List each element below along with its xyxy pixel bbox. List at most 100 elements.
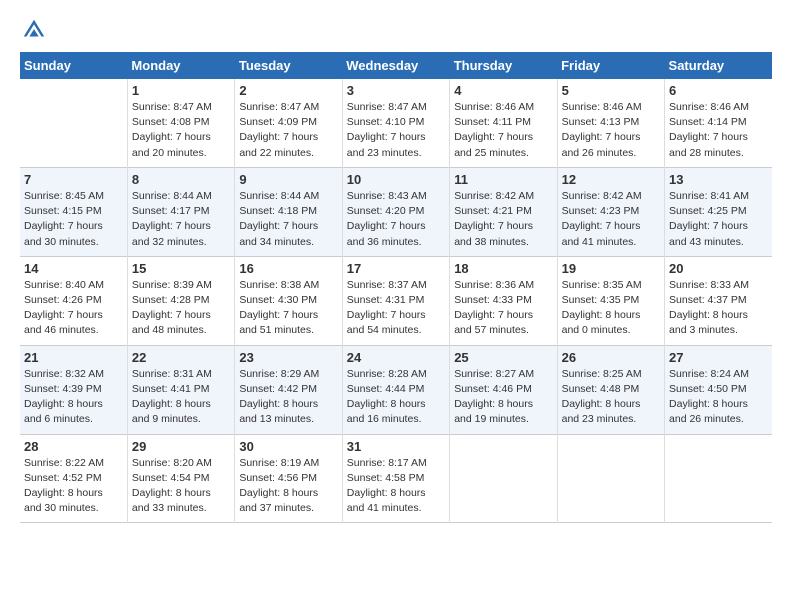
calendar-cell: 26 Sunrise: 8:25 AM Sunset: 4:48 PM Dayli…	[557, 345, 664, 434]
calendar-cell: 18 Sunrise: 8:36 AM Sunset: 4:33 PM Dayli…	[450, 256, 557, 345]
calendar-header-row: SundayMondayTuesdayWednesdayThursdayFrid…	[20, 52, 772, 79]
day-number: 6	[669, 83, 768, 98]
calendar-cell: 8 Sunrise: 8:44 AM Sunset: 4:17 PM Daylig…	[127, 167, 234, 256]
day-number: 23	[239, 350, 337, 365]
calendar-cell: 7 Sunrise: 8:45 AM Sunset: 4:15 PM Daylig…	[20, 167, 127, 256]
day-number: 22	[132, 350, 230, 365]
col-header-sunday: Sunday	[20, 52, 127, 79]
day-number: 30	[239, 439, 337, 454]
col-header-tuesday: Tuesday	[235, 52, 342, 79]
day-info: Sunrise: 8:25 AM Sunset: 4:48 PM Dayligh…	[562, 367, 660, 428]
day-number: 4	[454, 83, 552, 98]
calendar-cell: 22Sunrise: 8:31 AM Sunset: 4:41 PM Dayli…	[127, 345, 234, 434]
calendar-cell: 1Sunrise: 8:47 AM Sunset: 4:08 PM Daylig…	[127, 79, 234, 167]
day-info: Sunrise: 8:27 AM Sunset: 4:46 PM Dayligh…	[454, 367, 552, 428]
day-number: 7	[24, 172, 123, 187]
calendar-cell	[557, 434, 664, 523]
day-number: 15	[132, 261, 230, 276]
calendar-week-row: 1Sunrise: 8:47 AM Sunset: 4:08 PM Daylig…	[20, 79, 772, 167]
calendar-table: SundayMondayTuesdayWednesdayThursdayFrid…	[20, 52, 772, 523]
day-info: Sunrise: 8:45 AM Sunset: 4:15 PM Dayligh…	[24, 189, 123, 250]
day-info: Sunrise: 8:24 AM Sunset: 4:50 PM Dayligh…	[669, 367, 768, 428]
day-info: Sunrise: 8:40 AM Sunset: 4:26 PM Dayligh…	[24, 278, 123, 339]
calendar-cell: 24Sunrise: 8:28 AM Sunset: 4:44 PM Dayli…	[342, 345, 449, 434]
day-number: 5	[562, 83, 660, 98]
calendar-cell: 12Sunrise: 8:42 AM Sunset: 4:23 PM Dayli…	[557, 167, 664, 256]
day-info: Sunrise: 8:41 AM Sunset: 4:25 PM Dayligh…	[669, 189, 768, 250]
day-number: 20	[669, 261, 768, 276]
day-info: Sunrise: 8:42 AM Sunset: 4:23 PM Dayligh…	[562, 189, 660, 250]
calendar-cell: 25 Sunrise: 8:27 AM Sunset: 4:46 PM Dayli…	[450, 345, 557, 434]
col-header-monday: Monday	[127, 52, 234, 79]
day-info: Sunrise: 8:46 AM Sunset: 4:14 PM Dayligh…	[669, 100, 768, 161]
day-info: Sunrise: 8:44 AM Sunset: 4:17 PM Dayligh…	[132, 189, 230, 250]
calendar-cell: 2 Sunrise: 8:47 AM Sunset: 4:09 PM Daylig…	[235, 79, 342, 167]
calendar-cell: 17Sunrise: 8:37 AM Sunset: 4:31 PM Dayli…	[342, 256, 449, 345]
day-info: Sunrise: 8:29 AM Sunset: 4:42 PM Dayligh…	[239, 367, 337, 428]
day-info: Sunrise: 8:43 AM Sunset: 4:20 PM Dayligh…	[347, 189, 445, 250]
day-number: 29	[132, 439, 230, 454]
calendar-cell	[450, 434, 557, 523]
day-number: 25	[454, 350, 552, 365]
day-number: 28	[24, 439, 123, 454]
day-info: Sunrise: 8:47 AM Sunset: 4:10 PM Dayligh…	[347, 100, 445, 161]
calendar-cell: 27 Sunrise: 8:24 AM Sunset: 4:50 PM Dayli…	[665, 345, 772, 434]
calendar-cell: 29 Sunrise: 8:20 AM Sunset: 4:54 PM Dayli…	[127, 434, 234, 523]
day-info: Sunrise: 8:32 AM Sunset: 4:39 PM Dayligh…	[24, 367, 123, 428]
logo-icon	[20, 16, 48, 44]
col-header-thursday: Thursday	[450, 52, 557, 79]
calendar-cell: 30 Sunrise: 8:19 AM Sunset: 4:56 PM Dayli…	[235, 434, 342, 523]
calendar-cell: 5 Sunrise: 8:46 AM Sunset: 4:13 PM Daylig…	[557, 79, 664, 167]
day-info: Sunrise: 8:19 AM Sunset: 4:56 PM Dayligh…	[239, 456, 337, 517]
day-info: Sunrise: 8:46 AM Sunset: 4:11 PM Dayligh…	[454, 100, 552, 161]
day-info: Sunrise: 8:47 AM Sunset: 4:08 PM Dayligh…	[132, 100, 230, 161]
day-number: 27	[669, 350, 768, 365]
calendar-cell: 19 Sunrise: 8:35 AM Sunset: 4:35 PM Dayli…	[557, 256, 664, 345]
calendar-week-row: 7 Sunrise: 8:45 AM Sunset: 4:15 PM Daylig…	[20, 167, 772, 256]
day-info: Sunrise: 8:33 AM Sunset: 4:37 PM Dayligh…	[669, 278, 768, 339]
calendar-cell: 23 Sunrise: 8:29 AM Sunset: 4:42 PM Dayli…	[235, 345, 342, 434]
calendar-cell	[665, 434, 772, 523]
calendar-cell: 21Sunrise: 8:32 AM Sunset: 4:39 PM Dayli…	[20, 345, 127, 434]
day-info: Sunrise: 8:17 AM Sunset: 4:58 PM Dayligh…	[347, 456, 445, 517]
day-number: 18	[454, 261, 552, 276]
day-number: 10	[347, 172, 445, 187]
day-number: 8	[132, 172, 230, 187]
day-number: 11	[454, 172, 552, 187]
calendar-cell	[20, 79, 127, 167]
day-info: Sunrise: 8:36 AM Sunset: 4:33 PM Dayligh…	[454, 278, 552, 339]
col-header-saturday: Saturday	[665, 52, 772, 79]
calendar-body: 1Sunrise: 8:47 AM Sunset: 4:08 PM Daylig…	[20, 79, 772, 523]
calendar-cell: 3Sunrise: 8:47 AM Sunset: 4:10 PM Daylig…	[342, 79, 449, 167]
calendar-cell: 15 Sunrise: 8:39 AM Sunset: 4:28 PM Dayli…	[127, 256, 234, 345]
day-info: Sunrise: 8:20 AM Sunset: 4:54 PM Dayligh…	[132, 456, 230, 517]
logo	[20, 16, 52, 44]
calendar-cell: 9Sunrise: 8:44 AM Sunset: 4:18 PM Daylig…	[235, 167, 342, 256]
calendar-cell: 11 Sunrise: 8:42 AM Sunset: 4:21 PM Dayli…	[450, 167, 557, 256]
day-info: Sunrise: 8:22 AM Sunset: 4:52 PM Dayligh…	[24, 456, 123, 517]
day-number: 31	[347, 439, 445, 454]
day-info: Sunrise: 8:37 AM Sunset: 4:31 PM Dayligh…	[347, 278, 445, 339]
calendar-cell: 10 Sunrise: 8:43 AM Sunset: 4:20 PM Dayli…	[342, 167, 449, 256]
day-number: 19	[562, 261, 660, 276]
day-info: Sunrise: 8:46 AM Sunset: 4:13 PM Dayligh…	[562, 100, 660, 161]
day-number: 14	[24, 261, 123, 276]
col-header-wednesday: Wednesday	[342, 52, 449, 79]
day-info: Sunrise: 8:47 AM Sunset: 4:09 PM Dayligh…	[239, 100, 337, 161]
calendar-week-row: 14 Sunrise: 8:40 AM Sunset: 4:26 PM Dayli…	[20, 256, 772, 345]
day-number: 26	[562, 350, 660, 365]
calendar-cell: 31 Sunrise: 8:17 AM Sunset: 4:58 PM Dayli…	[342, 434, 449, 523]
page-header	[20, 16, 772, 44]
calendar-week-row: 21Sunrise: 8:32 AM Sunset: 4:39 PM Dayli…	[20, 345, 772, 434]
day-info: Sunrise: 8:35 AM Sunset: 4:35 PM Dayligh…	[562, 278, 660, 339]
calendar-cell: 20 Sunrise: 8:33 AM Sunset: 4:37 PM Dayli…	[665, 256, 772, 345]
calendar-week-row: 28 Sunrise: 8:22 AM Sunset: 4:52 PM Dayli…	[20, 434, 772, 523]
day-number: 24	[347, 350, 445, 365]
day-number: 9	[239, 172, 337, 187]
day-number: 16	[239, 261, 337, 276]
col-header-friday: Friday	[557, 52, 664, 79]
calendar-cell: 6 Sunrise: 8:46 AM Sunset: 4:14 PM Daylig…	[665, 79, 772, 167]
day-info: Sunrise: 8:39 AM Sunset: 4:28 PM Dayligh…	[132, 278, 230, 339]
day-number: 2	[239, 83, 337, 98]
day-info: Sunrise: 8:42 AM Sunset: 4:21 PM Dayligh…	[454, 189, 552, 250]
